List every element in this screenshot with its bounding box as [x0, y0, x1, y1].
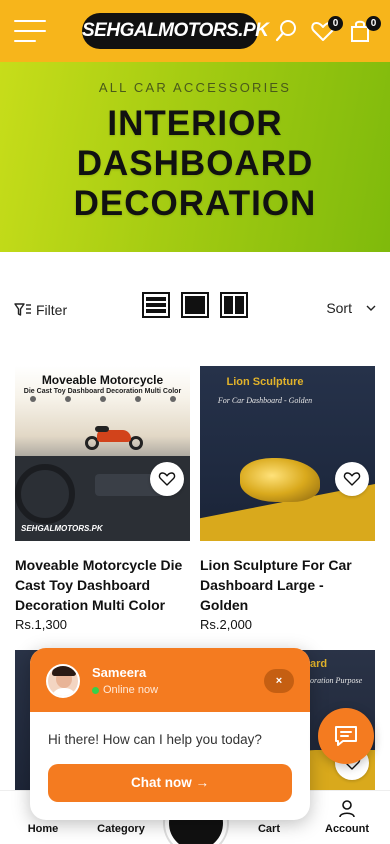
chat-popup: Sameera Online now × Hi there! How can I…: [30, 648, 310, 820]
collection-toolbar: Filter Sort: [0, 252, 390, 352]
image-heading: Moveable Motorcycle: [41, 373, 164, 387]
nav-account-label: Account: [325, 823, 369, 835]
filter-label: Filter: [36, 302, 68, 318]
product-title[interactable]: Moveable Motorcycle Die Cast Toy Dashboa…: [15, 555, 190, 615]
chevron-down-icon: [366, 305, 376, 311]
chat-now-button[interactable]: Chat now →: [48, 764, 292, 802]
title-line-1: INTERIOR: [107, 104, 283, 143]
product-price: Rs.2,000: [200, 617, 253, 632]
product-price: Rs.1,300: [15, 617, 68, 632]
title-line-3: DECORATION: [73, 184, 317, 223]
chat-close-button[interactable]: ×: [264, 669, 294, 693]
online-dot-icon: [92, 686, 99, 694]
add-to-wishlist-button[interactable]: [150, 462, 184, 496]
lion-sculpture: [240, 458, 320, 502]
wishlist-count-badge: 0: [328, 16, 343, 31]
feature-icons: [15, 396, 190, 402]
image-subheading: Die Cast Toy Dashboard Decoration Multi …: [23, 388, 182, 395]
two-column-view-icon[interactable]: [220, 292, 248, 318]
sort-label: Sort: [326, 300, 352, 316]
filter-button[interactable]: Filter: [14, 300, 67, 320]
product-image[interactable]: Moveable Motorcycle Die Cast Toy Dashboa…: [15, 366, 190, 541]
title-line-2: DASHBOARD: [76, 144, 314, 183]
nav-cart-label: Cart: [257, 823, 280, 835]
chat-header: Sameera Online now ×: [30, 648, 310, 712]
nav-category-label: Category: [97, 823, 145, 835]
heart-icon: [343, 472, 361, 486]
chat-message: Hi there! How can I help you today?: [48, 732, 262, 747]
account-icon: [339, 800, 355, 818]
add-to-wishlist-button[interactable]: [335, 462, 369, 496]
image-heading: ard: [310, 658, 328, 670]
motorcycle-toy: [85, 426, 145, 450]
logo-text: SEHGALMOTORS.PK: [82, 20, 269, 41]
list-view-icon[interactable]: [142, 292, 170, 318]
header: SEHGALMOTORS.PK 0 0: [0, 0, 390, 62]
agent-status: Online now: [92, 684, 158, 696]
search-icon[interactable]: [274, 18, 300, 44]
nav-account[interactable]: Account: [308, 791, 386, 844]
sort-dropdown[interactable]: Sort: [326, 300, 376, 316]
agent-avatar: [46, 664, 80, 698]
page-title: INTERIOR DASHBOARD DECORATION: [0, 104, 390, 224]
product-image[interactable]: Lion Sculpture For Car Dashboard - Golde…: [200, 366, 375, 541]
agent-name: Sameera: [92, 665, 147, 680]
image-logo: SEHGALMOTORS.PK: [21, 524, 103, 533]
chat-launcher-button[interactable]: [318, 708, 374, 764]
collection-hero: ALL CAR ACCESSORIES INTERIOR DASHBOARD D…: [0, 62, 390, 252]
logo[interactable]: SEHGALMOTORS.PK: [82, 13, 269, 49]
product-card[interactable]: Lion Sculpture For Car Dashboard - Golde…: [200, 366, 375, 632]
hero-subtitle: ALL CAR ACCESSORIES: [98, 80, 292, 95]
menu-icon[interactable]: [14, 20, 46, 42]
product-title[interactable]: Lion Sculpture For Car Dashboard Large -…: [200, 555, 375, 615]
image-subheading: oration Purpose: [310, 676, 363, 685]
cart-count-badge: 0: [366, 16, 381, 31]
image-subheading: For Car Dashboard - Golden: [217, 396, 313, 405]
heart-icon: [158, 472, 176, 486]
single-column-view-icon[interactable]: [181, 292, 209, 318]
image-heading: Lion Sculpture: [226, 376, 304, 388]
nav-home-label: Home: [27, 823, 59, 835]
agent-status-text: Online now: [103, 684, 159, 696]
chat-bubble-icon: [335, 726, 357, 746]
product-card[interactable]: Moveable Motorcycle Die Cast Toy Dashboa…: [15, 366, 190, 632]
filter-icon: [14, 303, 31, 316]
